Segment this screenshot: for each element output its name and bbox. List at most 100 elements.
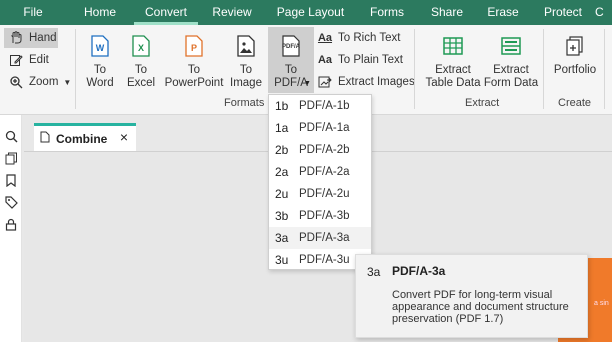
bookmark-icon[interactable]	[3, 172, 19, 188]
pages-icon[interactable]	[3, 150, 19, 166]
portfolio-button[interactable]: Portfolio	[548, 35, 602, 77]
separator	[414, 29, 415, 109]
item-code: 2a	[275, 165, 289, 179]
menu-protect[interactable]: Protect	[531, 0, 595, 25]
menu-erase[interactable]: Erase	[475, 0, 531, 25]
pdfa-dropdown-menu: 1b PDF/A-1b 1a PDF/A-1a 2b PDF/A-2b 2a PDF/A…	[268, 94, 372, 270]
formats-group-label: Formats	[224, 97, 265, 109]
pdfa-tooltip: 3a PDF/A-3a Convert PDF for long-term vi…	[355, 254, 588, 338]
search-icon[interactable]	[3, 128, 19, 144]
menu-file[interactable]: File	[0, 0, 66, 25]
item-code: 3a	[275, 231, 289, 245]
to-pdfa-label: To PDF/A	[274, 64, 308, 89]
pdfa-dropdown-arrow-icon: ▼	[304, 80, 311, 87]
close-icon[interactable]: ×	[120, 129, 128, 145]
to-excel-button[interactable]: X To Excel	[125, 35, 157, 90]
item-code: 3b	[275, 209, 289, 223]
item-code: 1b	[275, 99, 289, 113]
svg-text:W: W	[96, 43, 105, 53]
tooltip-title: PDF/A-3a	[392, 264, 446, 278]
edit-tool[interactable]: Edit	[8, 50, 49, 70]
extract-images-label: Extract Images	[338, 76, 415, 88]
menu-overflow[interactable]: C	[595, 0, 612, 25]
svg-text:PDF/A: PDF/A	[282, 44, 301, 50]
to-powerpoint-button[interactable]: P To PowerPoint	[163, 35, 225, 90]
document-tab-title: Combine	[56, 131, 108, 146]
plain-text-icon: Aa	[317, 54, 333, 66]
table-icon	[443, 35, 463, 57]
menu-page-layout[interactable]: Page Layout	[266, 0, 355, 25]
edit-icon	[8, 52, 24, 68]
separator	[75, 29, 76, 109]
item-label: PDF/A-2b	[299, 144, 350, 156]
hand-label: Hand	[29, 32, 57, 44]
portfolio-icon	[565, 35, 585, 57]
svg-text:X: X	[138, 43, 144, 53]
document-tab[interactable]: Combine ×	[34, 123, 136, 151]
page-text-fragment: a sin	[594, 300, 609, 307]
menu-review[interactable]: Review	[198, 0, 266, 25]
dropdown-item-pdfa-3b[interactable]: 3b PDF/A-3b	[269, 205, 371, 227]
item-code: 1a	[275, 121, 289, 135]
edit-label: Edit	[29, 54, 49, 66]
dropdown-item-pdfa-1b[interactable]: 1b PDF/A-1b	[269, 95, 371, 117]
separator	[543, 29, 544, 109]
item-label: PDF/A-3u	[299, 254, 350, 266]
to-word-button[interactable]: W To Word	[84, 35, 116, 90]
extract-images-icon	[317, 74, 333, 90]
extract-table-data-label: Extract Table Data	[425, 64, 481, 89]
rich-text-icon: Aa	[317, 32, 333, 44]
image-icon	[236, 35, 256, 57]
hand-tool[interactable]: Hand	[8, 28, 57, 48]
form-icon	[501, 35, 521, 57]
left-sidebar	[0, 115, 22, 342]
zoom-dropdown-arrow-icon: ▼	[63, 77, 72, 87]
zoom-icon	[8, 74, 24, 90]
to-word-label: To Word	[86, 64, 114, 89]
to-plain-text-label: To Plain Text	[338, 54, 403, 66]
item-label: PDF/A-2u	[299, 188, 350, 200]
word-icon: W	[90, 35, 110, 57]
separator	[604, 29, 605, 109]
hand-icon	[8, 30, 24, 46]
to-plain-text-button[interactable]: Aa To Plain Text	[317, 50, 403, 70]
to-rich-text-label: To Rich Text	[338, 32, 401, 44]
dropdown-item-pdfa-1a[interactable]: 1a PDF/A-1a	[269, 117, 371, 139]
create-group-label: Create	[558, 97, 592, 109]
menu-home[interactable]: Home	[66, 0, 134, 25]
extract-form-data-button[interactable]: Extract Form Data	[482, 35, 540, 90]
dropdown-item-pdfa-2a[interactable]: 2a PDF/A-2a	[269, 161, 371, 183]
extract-images-button[interactable]: Extract Images	[317, 72, 415, 92]
to-excel-label: To Excel	[126, 64, 156, 89]
pdfa-icon: PDF/A	[281, 35, 301, 57]
lock-icon[interactable]	[3, 216, 19, 232]
item-label: PDF/A-3a	[299, 232, 350, 244]
document-icon	[40, 131, 50, 146]
to-image-button[interactable]: To Image	[229, 35, 263, 90]
to-image-label: To Image	[230, 64, 262, 89]
menu-bar: File Home Convert Review Page Layout For…	[0, 0, 612, 25]
dropdown-item-pdfa-2b[interactable]: 2b PDF/A-2b	[269, 139, 371, 161]
tooltip-code: 3a	[367, 265, 381, 279]
portfolio-label: Portfolio	[553, 64, 597, 76]
extract-form-data-label: Extract Form Data	[483, 64, 539, 89]
item-label: PDF/A-1b	[299, 100, 350, 112]
extract-table-data-button[interactable]: Extract Table Data	[424, 35, 482, 90]
item-code: 2u	[275, 187, 289, 201]
tooltip-description: Convert PDF for long-term visual appeara…	[392, 289, 569, 325]
item-label: PDF/A-3b	[299, 210, 350, 222]
to-powerpoint-label: To PowerPoint	[164, 64, 224, 89]
zoom-label: Zoom	[29, 76, 59, 88]
item-label: PDF/A-2a	[299, 166, 350, 178]
item-label: PDF/A-1a	[299, 122, 350, 134]
zoom-tool[interactable]: Zoom ▼	[8, 72, 71, 92]
dropdown-item-pdfa-2u[interactable]: 2u PDF/A-2u	[269, 183, 371, 205]
menu-convert[interactable]: Convert	[134, 0, 198, 25]
svg-text:P: P	[191, 43, 197, 53]
menu-share[interactable]: Share	[419, 0, 475, 25]
dropdown-item-pdfa-3a[interactable]: 3a PDF/A-3a	[269, 227, 371, 249]
menu-forms[interactable]: Forms	[355, 0, 419, 25]
excel-icon: X	[131, 35, 151, 57]
tag-icon[interactable]	[3, 194, 19, 210]
to-rich-text-button[interactable]: Aa To Rich Text	[317, 28, 400, 48]
